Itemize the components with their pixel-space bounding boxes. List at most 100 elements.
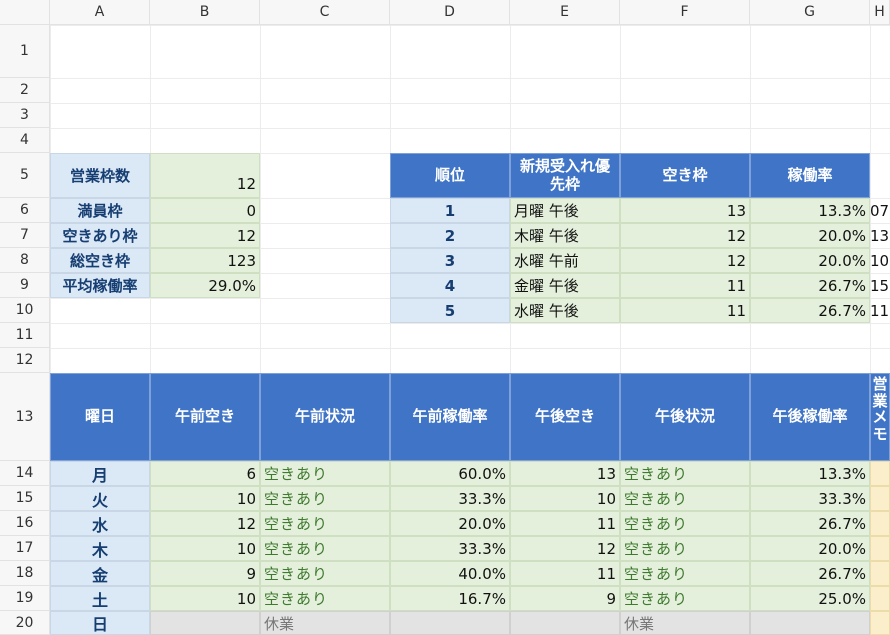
schedule-pm-free[interactable]: 9 [510, 586, 620, 611]
row-header-12[interactable]: 12 [0, 348, 50, 373]
column-header-A[interactable]: A [50, 0, 150, 25]
schedule-am-free[interactable]: 6 [150, 461, 260, 486]
ranking-rate[interactable]: 26.7% [750, 273, 870, 298]
schedule-pm-free[interactable]: 10 [510, 486, 620, 511]
schedule-header[interactable]: 午後空き [510, 373, 620, 461]
schedule-pm-status[interactable]: 空きあり [620, 511, 750, 536]
schedule-pm-status[interactable]: 空きあり [620, 586, 750, 611]
ranking-header[interactable]: 新規受入れ優先枠 [510, 153, 620, 198]
schedule-memo[interactable] [870, 486, 890, 511]
row-header-5[interactable]: 5 [0, 153, 50, 198]
schedule-pm-rate[interactable]: 20.0% [750, 536, 870, 561]
ranking-overflow-value[interactable]: 15 [870, 273, 890, 298]
schedule-am-rate[interactable]: 40.0% [390, 561, 510, 586]
schedule-am-free[interactable]: 10 [150, 486, 260, 511]
schedule-pm-free[interactable]: 11 [510, 561, 620, 586]
schedule-am-free[interactable]: 10 [150, 586, 260, 611]
column-header-B[interactable]: B [150, 0, 260, 25]
schedule-am-rate[interactable]: 60.0% [390, 461, 510, 486]
row-header-15[interactable]: 15 [0, 486, 50, 511]
ranking-free[interactable]: 12 [620, 248, 750, 273]
row-header-14[interactable]: 14 [0, 461, 50, 486]
summary-label[interactable]: 満員枠 [50, 198, 150, 223]
row-header-11[interactable]: 11 [0, 323, 50, 348]
row-header-3[interactable]: 3 [0, 103, 50, 128]
schedule-pm-free[interactable]: 12 [510, 536, 620, 561]
ranking-rank[interactable]: 2 [390, 223, 510, 248]
spreadsheet-grid[interactable]: A B C D E F G H 1 2 3 4 5 6 7 8 9 10 11 12 13 14 15 16 17 18 19 20 営… [0, 0, 890, 635]
row-header-1[interactable]: 1 [0, 25, 50, 78]
schedule-memo[interactable] [870, 536, 890, 561]
row-header-2[interactable]: 2 [0, 78, 50, 103]
schedule-am-status[interactable]: 空きあり [260, 486, 390, 511]
summary-label[interactable]: 総空き枠 [50, 248, 150, 273]
summary-label[interactable]: 空きあり枠 [50, 223, 150, 248]
schedule-day[interactable]: 金 [50, 561, 150, 586]
ranking-rank[interactable]: 4 [390, 273, 510, 298]
schedule-pm-free[interactable]: 13 [510, 461, 620, 486]
ranking-free[interactable]: 11 [620, 273, 750, 298]
ranking-slot[interactable]: 水曜 午後 [510, 298, 620, 323]
ranking-overflow-value[interactable]: 13 [870, 223, 890, 248]
ranking-rank[interactable]: 1 [390, 198, 510, 223]
schedule-header[interactable]: 午後状況 [620, 373, 750, 461]
schedule-pm-status[interactable]: 空きあり [620, 561, 750, 586]
schedule-memo[interactable] [870, 461, 890, 486]
row-header-17[interactable]: 17 [0, 536, 50, 561]
column-header-H[interactable]: H [870, 0, 890, 25]
ranking-slot[interactable]: 水曜 午前 [510, 248, 620, 273]
summary-value[interactable]: 12 [150, 153, 260, 198]
schedule-memo[interactable] [870, 586, 890, 611]
row-header-10[interactable]: 10 [0, 298, 50, 323]
schedule-am-status[interactable]: 空きあり [260, 586, 390, 611]
row-header-13[interactable]: 13 [0, 373, 50, 461]
ranking-free[interactable]: 11 [620, 298, 750, 323]
schedule-day[interactable]: 月 [50, 461, 150, 486]
ranking-rate[interactable]: 20.0% [750, 248, 870, 273]
schedule-am-status[interactable]: 空きあり [260, 461, 390, 486]
column-header-E[interactable]: E [510, 0, 620, 25]
column-header-G[interactable]: G [750, 0, 870, 25]
schedule-memo[interactable] [870, 561, 890, 586]
ranking-rate[interactable]: 26.7% [750, 298, 870, 323]
schedule-am-status[interactable]: 空きあり [260, 561, 390, 586]
schedule-pm-rate[interactable]: 13.3% [750, 461, 870, 486]
schedule-pm-free[interactable] [510, 611, 620, 635]
ranking-header[interactable]: 空き枠 [620, 153, 750, 198]
schedule-am-rate[interactable]: 33.3% [390, 486, 510, 511]
schedule-pm-status[interactable]: 空きあり [620, 461, 750, 486]
schedule-header[interactable]: 午前空き [150, 373, 260, 461]
corner-select-all[interactable] [0, 0, 50, 25]
schedule-pm-free[interactable]: 11 [510, 511, 620, 536]
schedule-am-rate[interactable]: 20.0% [390, 511, 510, 536]
ranking-free[interactable]: 13 [620, 198, 750, 223]
schedule-day[interactable]: 水 [50, 511, 150, 536]
schedule-memo[interactable] [870, 511, 890, 536]
ranking-header[interactable]: 稼働率 [750, 153, 870, 198]
schedule-pm-status[interactable]: 空きあり [620, 536, 750, 561]
schedule-day[interactable]: 火 [50, 486, 150, 511]
row-header-16[interactable]: 16 [0, 511, 50, 536]
ranking-slot[interactable]: 月曜 午後 [510, 198, 620, 223]
schedule-pm-rate[interactable]: 26.7% [750, 561, 870, 586]
schedule-am-free[interactable]: 10 [150, 536, 260, 561]
schedule-am-rate[interactable]: 33.3% [390, 536, 510, 561]
schedule-am-free[interactable]: 12 [150, 511, 260, 536]
ranking-rank[interactable]: 3 [390, 248, 510, 273]
ranking-rate[interactable]: 20.0% [750, 223, 870, 248]
summary-label[interactable]: 営業枠数 [50, 153, 150, 198]
schedule-header[interactable]: 午前状況 [260, 373, 390, 461]
row-header-7[interactable]: 7 [0, 223, 50, 248]
row-header-8[interactable]: 8 [0, 248, 50, 273]
column-header-D[interactable]: D [390, 0, 510, 25]
ranking-slot[interactable]: 木曜 午後 [510, 223, 620, 248]
schedule-am-status[interactable]: 空きあり [260, 536, 390, 561]
column-header-C[interactable]: C [260, 0, 390, 25]
schedule-pm-status[interactable]: 空きあり [620, 486, 750, 511]
schedule-header[interactable]: 午後稼働率 [750, 373, 870, 461]
row-header-6[interactable]: 6 [0, 198, 50, 223]
schedule-header[interactable]: 曜日 [50, 373, 150, 461]
schedule-pm-rate[interactable]: 33.3% [750, 486, 870, 511]
schedule-am-rate[interactable] [390, 611, 510, 635]
row-header-19[interactable]: 19 [0, 586, 50, 611]
